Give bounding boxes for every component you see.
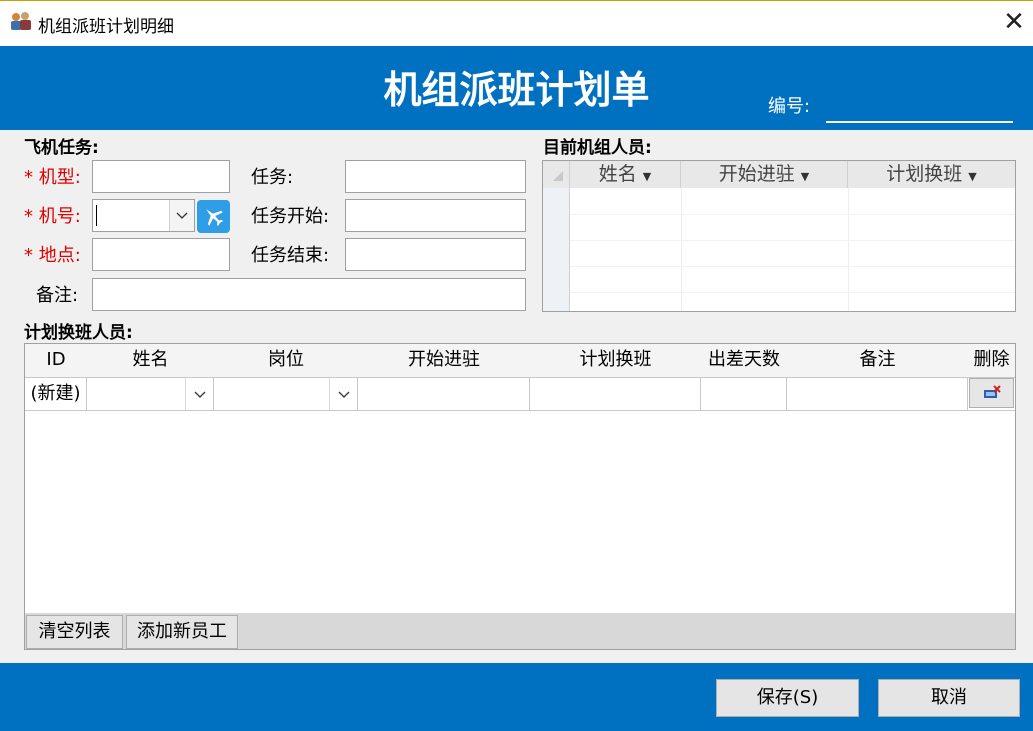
shift-table: ID 姓名 岗位 开始进驻 计划换班 出差天数 备注 删除 (新建) 清空列表 … (24, 343, 1016, 650)
airplane-icon[interactable] (197, 200, 230, 233)
col-name: 姓名 (87, 344, 214, 377)
col-id: ID (25, 344, 87, 377)
aircraft-type-input[interactable] (92, 160, 230, 193)
grid-row-line (570, 292, 1015, 293)
location-input[interactable] (92, 238, 230, 271)
row-header-column (543, 188, 570, 311)
code-input-underline[interactable] (826, 121, 1013, 123)
page-title: 机组派班计划单 (383, 68, 650, 112)
days-cell[interactable] (701, 378, 787, 410)
crew-col-start[interactable]: 开始进驻 ▼ (681, 161, 848, 188)
col-post: 岗位 (214, 344, 358, 377)
close-icon[interactable]: ✕ (1000, 8, 1028, 36)
col-days: 出差天数 (701, 344, 787, 377)
aircraft-type-label: * 机型: (24, 167, 81, 188)
plan-date-cell[interactable] (530, 378, 701, 410)
crew-col-name[interactable]: 姓名 ▼ (570, 161, 681, 188)
remark-input[interactable] (92, 278, 526, 311)
delete-row-icon[interactable] (969, 378, 1014, 408)
app-crew-icon (9, 11, 33, 33)
text-cursor (96, 205, 97, 226)
aircraft-no-label: * 机号: (24, 206, 81, 227)
current-crew-grid[interactable]: 姓名 ▼ 开始进驻 ▼ 计划换班 ▼ (542, 160, 1016, 312)
code-label: 编号: (768, 96, 811, 117)
new-row-id: (新建) (25, 378, 87, 410)
save-button[interactable]: 保存(S) (716, 679, 859, 717)
chevron-down-icon: ▼ (642, 170, 652, 183)
clear-list-button[interactable]: 清空列表 (26, 615, 123, 649)
table-divider (25, 410, 1015, 411)
task-input[interactable] (345, 160, 526, 193)
cancel-button[interactable]: 取消 (878, 679, 1020, 717)
col-delete: 删除 (968, 344, 1015, 377)
name-combobox[interactable] (87, 378, 214, 410)
chevron-down-icon[interactable] (329, 378, 357, 410)
task-end-label: 任务结束: (251, 245, 330, 266)
shift-section-label: 计划换班人员: (24, 323, 133, 343)
aircraft-no-combobox[interactable] (92, 199, 195, 232)
grid-corner (543, 161, 570, 188)
task-section-label: 飞机任务: (24, 138, 99, 158)
task-end-input[interactable] (345, 238, 526, 271)
chevron-down-icon[interactable] (185, 378, 213, 410)
start-date-cell[interactable] (358, 378, 530, 410)
remark-label: 备注: (36, 285, 79, 306)
task-start-label: 任务开始: (251, 206, 330, 227)
post-combobox[interactable] (214, 378, 358, 410)
col-start: 开始进驻 (358, 344, 530, 377)
task-start-input[interactable] (345, 199, 526, 232)
grid-row-line (570, 214, 1015, 215)
add-employee-button[interactable]: 添加新员工 (126, 615, 238, 649)
remark-cell[interactable] (787, 378, 968, 410)
task-label: 任务: (251, 167, 294, 188)
window-title: 机组派班计划明细 (38, 17, 174, 37)
chevron-down-icon: ▼ (968, 170, 977, 183)
grid-row-line (570, 240, 1015, 241)
col-remark: 备注 (787, 344, 968, 377)
crew-col-plan[interactable]: 计划换班 ▼ (848, 161, 1015, 188)
current-crew-label: 目前机组人员: (543, 138, 652, 158)
grid-row-line (570, 266, 1015, 267)
chevron-down-icon[interactable] (169, 200, 194, 231)
location-label: * 地点: (24, 245, 81, 266)
col-plan: 计划换班 (530, 344, 701, 377)
chevron-down-icon: ▼ (800, 170, 810, 183)
